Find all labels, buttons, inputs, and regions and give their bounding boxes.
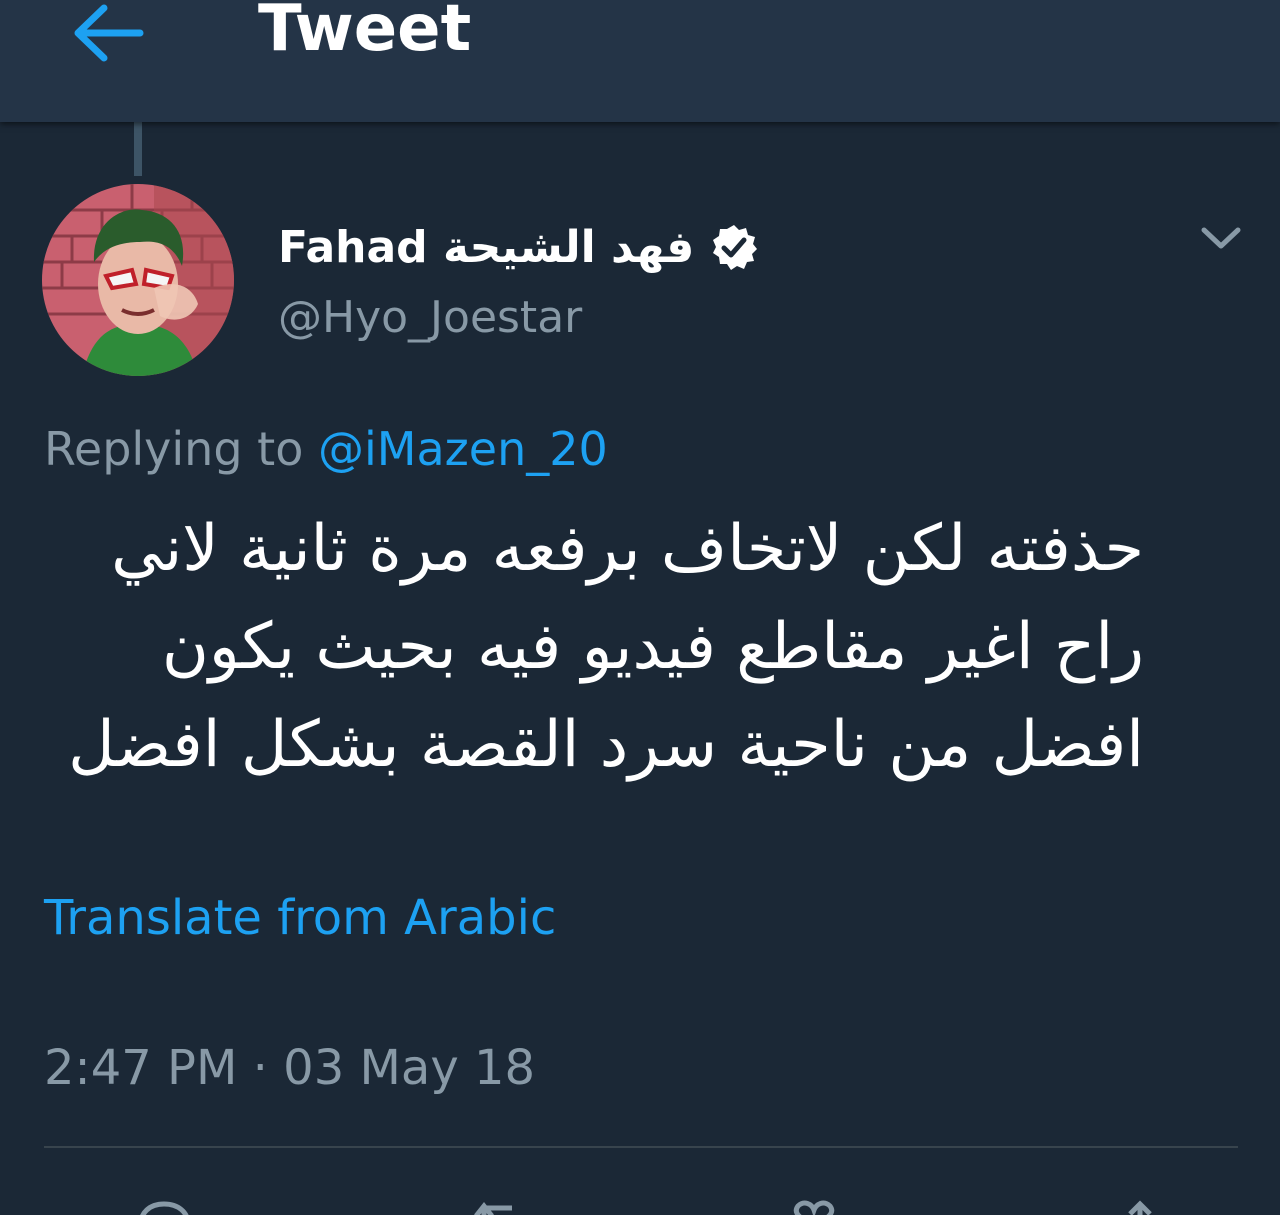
replying-to-mention[interactable]: @iMazen_20 [318,422,608,476]
avatar-image [42,184,234,376]
tweet-text-line: افضل من ناحية سرد القصة بشكل افضل [68,708,1144,782]
share-icon[interactable] [1108,1198,1172,1215]
translate-link[interactable]: Translate from Arabic [44,890,556,946]
page-title: Tweet [258,0,472,66]
top-app-bar: Tweet [0,0,1280,122]
author-display-name: Fahad فهد الشيحة [278,221,695,273]
divider [44,1146,1238,1148]
verified-badge-icon [713,225,758,270]
retweet-icon[interactable] [468,1198,532,1215]
arrow-left-icon [74,4,144,62]
action-bar [0,1190,1280,1215]
avatar[interactable] [42,184,234,376]
like-icon[interactable] [782,1198,846,1215]
back-button[interactable] [66,0,150,70]
tweet-text-line: راح اغير مقاطع فيديو فيه بحيث يكون [161,610,1144,684]
reply-icon[interactable] [130,1198,194,1215]
chevron-down-icon [1201,227,1241,249]
tweet-text: حذفته لكن لاتخاف برفعه مرة ثانية لاني را… [44,500,1144,794]
tweet-options-button[interactable] [1194,216,1248,260]
tweet-text-line: حذفته لكن لاتخاف برفعه مرة ثانية لاني [111,512,1144,586]
replying-to-line: Replying to @iMazen_20 [44,422,608,476]
thread-connector-line [134,122,142,176]
author-name-row[interactable]: Fahad فهد الشيحة [278,212,758,282]
author-handle[interactable]: @Hyo_Joestar [278,292,582,343]
tweet-timestamp: 2:47 PM · 03 May 18 [44,1040,536,1096]
replying-prefix: Replying to [44,422,304,476]
